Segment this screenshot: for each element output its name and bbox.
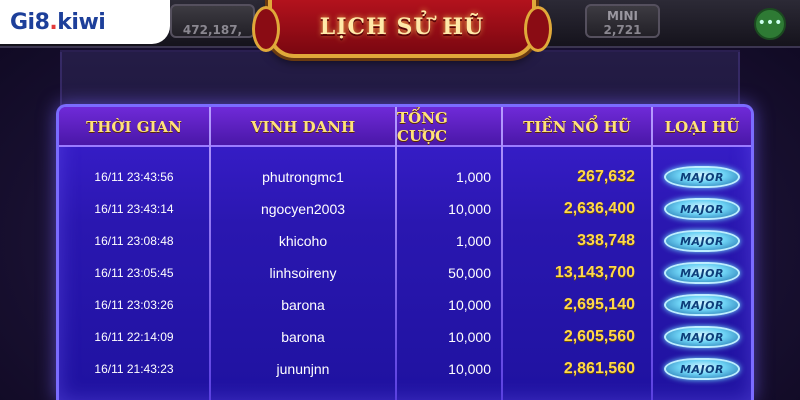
- brand-logo: Gi8.kiwi: [0, 0, 170, 44]
- row-jackpot-type: MAJOR: [653, 353, 751, 385]
- history-title-banner: LỊCH SỬ HŨ: [252, 0, 552, 58]
- jackpot-right-value: 2,721: [603, 23, 642, 37]
- row-jackpot-type: MAJOR: [653, 225, 751, 257]
- row-time: 16/11 23:03:26: [94, 298, 174, 312]
- table-row: 16/11 23:05:45 linhsoireny 50,000 13,143,70…: [59, 257, 751, 289]
- major-badge-icon: MAJOR: [664, 198, 740, 220]
- row-total-bet: 1,000: [455, 169, 491, 185]
- row-player-name: jununjnn: [276, 361, 330, 377]
- row-jackpot-win: 13,143,700: [554, 264, 635, 281]
- row-total-bet: 50,000: [448, 265, 491, 281]
- table-row: 16/11 23:43:14 ngocyen2003 10,000 2,636,400…: [59, 193, 751, 225]
- header-jackpot-win: TIỀN NỔ HŨ: [523, 118, 631, 136]
- row-time: 16/11 21:43:23: [94, 362, 174, 376]
- jackpot-history-panel: THỜI GIAN VINH DANH TỔNG CƯỢC TIỀN NỔ HŨ…: [56, 104, 754, 400]
- table-row: 16/11 23:03:26 barona 10,000 2,695,140 MAJOR: [59, 289, 751, 321]
- row-jackpot-win: 338,748: [577, 232, 635, 249]
- row-time: 16/11 22:14:09: [94, 330, 174, 344]
- row-time: 16/11 23:43:56: [94, 170, 174, 184]
- row-player-name: phutrongmc1: [262, 169, 344, 185]
- table-header: THỜI GIAN VINH DANH TỔNG CƯỢC TIỀN NỔ HŨ…: [59, 107, 751, 147]
- row-total-bet: 10,000: [448, 361, 491, 377]
- table-row: 16/11 23:08:48 khicoho 1,000 338,748 MAJOR: [59, 225, 751, 257]
- row-jackpot-win: 267,632: [577, 168, 635, 185]
- row-time: 16/11 23:08:48: [94, 234, 174, 248]
- row-jackpot-type: MAJOR: [653, 321, 751, 353]
- row-player-name: barona: [281, 297, 325, 313]
- major-badge-icon: MAJOR: [664, 326, 740, 348]
- major-badge-icon: MAJOR: [664, 230, 740, 252]
- page-title: LỊCH SỬ HŨ: [319, 14, 485, 40]
- jackpot-display-left: 472,187,: [170, 4, 255, 38]
- header-honor: VINH DANH: [250, 118, 356, 136]
- header-jackpot-type: LOẠI HŨ: [664, 118, 740, 136]
- row-total-bet: 10,000: [448, 297, 491, 313]
- row-player-name: linhsoireny: [269, 265, 337, 281]
- table-row: 16/11 22:14:09 barona 10,000 2,605,560 MAJOR: [59, 321, 751, 353]
- menu-button[interactable]: •••: [754, 8, 786, 40]
- row-jackpot-type: MAJOR: [653, 193, 751, 225]
- major-badge-icon: MAJOR: [664, 262, 740, 284]
- row-time: 16/11 23:43:14: [94, 202, 174, 216]
- row-total-bet: 1,000: [455, 233, 491, 249]
- logo-text: Gi8.kiwi: [10, 9, 106, 35]
- jackpot-left-value: 472,187,: [182, 23, 243, 37]
- row-jackpot-type: MAJOR: [653, 257, 751, 289]
- jackpot-display-right: MINI 2,721: [585, 4, 660, 38]
- row-jackpot-win: 2,861,560: [563, 360, 635, 377]
- header-total-bet: TỔNG CƯỢC: [397, 109, 448, 145]
- row-total-bet: 10,000: [448, 201, 491, 217]
- row-total-bet: 10,000: [448, 329, 491, 345]
- row-jackpot-type: MAJOR: [653, 161, 751, 193]
- row-player-name: barona: [281, 329, 325, 345]
- table-row: 16/11 21:43:23 jununjnn 10,000 2,861,560 MAJ…: [59, 353, 751, 385]
- row-jackpot-win: 2,605,560: [563, 328, 635, 345]
- jackpot-right-label: MINI: [607, 9, 638, 23]
- row-jackpot-type: MAJOR: [653, 289, 751, 321]
- header-time: THỜI GIAN: [86, 118, 182, 136]
- major-badge-icon: MAJOR: [664, 294, 740, 316]
- table-row: 16/11 23:43:56 phutrongmc1 1,000 267,632 MAJ…: [59, 161, 751, 193]
- row-player-name: khicoho: [278, 233, 328, 249]
- row-time: 16/11 23:05:45: [94, 266, 174, 280]
- row-player-name: ngocyen2003: [260, 201, 346, 217]
- major-badge-icon: MAJOR: [664, 358, 740, 380]
- row-jackpot-win: 2,636,400: [563, 200, 635, 217]
- row-jackpot-win: 2,695,140: [563, 296, 635, 313]
- major-badge-icon: MAJOR: [664, 166, 740, 188]
